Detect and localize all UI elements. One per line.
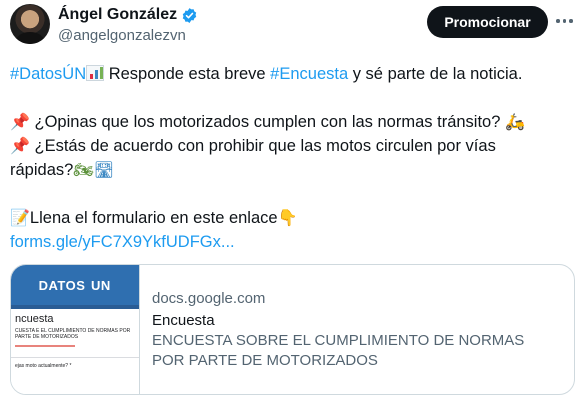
- hashtag-encuesta[interactable]: #Encuesta: [270, 65, 348, 83]
- tweet-line-5: 📝Llena el formulario en este enlace👇: [10, 206, 570, 230]
- more-options-icon[interactable]: [556, 10, 573, 32]
- un-logo-icon: UN: [91, 279, 111, 291]
- svg-text:UN: UN: [91, 279, 111, 291]
- thumbnail-separator: [11, 357, 139, 358]
- tweet-text-segment: rápidas?: [10, 161, 74, 179]
- memo-emoji: 📝: [10, 208, 30, 227]
- tweet-line-3: 📌 ¿Estás de acuerdo con prohibir que las…: [10, 134, 570, 158]
- tweet-line-4: rápidas?🏍🛣: [10, 158, 570, 182]
- thumbnail-banner: DATOS UN: [11, 265, 139, 305]
- tweet-line-1: #DatosÚN Responde esta breve #Encuesta y…: [10, 62, 570, 86]
- pushpin-emoji: 📌: [10, 136, 30, 155]
- card-thumbnail[interactable]: DATOS UN ncuesta CUESTA E EL CUMPLIMIENT…: [11, 265, 140, 394]
- card-description: ENCUESTA SOBRE EL CUMPLIMIENTO DE NORMAS…: [152, 332, 525, 369]
- motorway-emoji: 🛣: [93, 160, 114, 179]
- thumbnail-question: ejas moto actualmente? *: [15, 363, 72, 369]
- avatar[interactable]: [10, 4, 50, 44]
- tweet-text-segment: ¿Estás de acuerdo con prohibir que las m…: [29, 137, 496, 155]
- avatar-shirt: [16, 32, 44, 44]
- tweet-text-segment: y sé parte de la noticia.: [348, 65, 523, 83]
- tweet-text-segment: Llena el formulario en este enlace: [29, 209, 278, 227]
- promote-button[interactable]: Promocionar: [427, 6, 548, 38]
- verified-badge-icon: [182, 7, 197, 23]
- tweet-line-2: 📌 ¿Opinas que los motorizados cumplen co…: [10, 110, 570, 134]
- thumbnail-banner-label: DATOS: [38, 277, 86, 293]
- thumbnail-form-title: ncuesta: [15, 313, 54, 325]
- card-text[interactable]: docs.google.com Encuesta ENCUESTA SOBRE …: [140, 265, 552, 394]
- link-preview-card[interactable]: DATOS UN ncuesta CUESTA E EL CUMPLIMIENT…: [10, 264, 575, 395]
- tweet-line-6: forms.gle/yFC7X9YkfUDFGx...: [10, 230, 570, 254]
- author-name[interactable]: Ángel González: [58, 6, 177, 24]
- thumbnail-required-line: [15, 345, 75, 347]
- card-domain: docs.google.com: [152, 290, 266, 307]
- scooter-emoji: 🛵: [504, 112, 525, 131]
- tweet-text: #DatosÚN Responde esta breve #Encuesta y…: [10, 62, 570, 254]
- point-down-emoji: 👇: [277, 208, 298, 227]
- bar-chart-emoji: [86, 65, 105, 81]
- author-name-row[interactable]: Ángel González: [58, 6, 198, 24]
- tweet-text-segment: ¿Opinas que los motorizados cumplen con …: [29, 113, 505, 131]
- form-link[interactable]: forms.gle/yFC7X9YkfUDFGx...: [10, 233, 235, 251]
- thumbnail-divider: [11, 305, 139, 309]
- tweet-text-segment: Responde esta breve: [104, 65, 271, 83]
- card-title: Encuesta: [152, 312, 215, 329]
- hashtag-datosun[interactable]: #DatosÚN: [10, 65, 86, 83]
- thumbnail-form-subtitle: CUESTA E EL CUMPLIMIENTO DE NORMAS POR P…: [15, 328, 131, 340]
- author-handle[interactable]: @angelgonzalezvn: [58, 27, 186, 44]
- pushpin-emoji: 📌: [10, 112, 30, 131]
- motorcycle-emoji: 🏍: [73, 160, 94, 179]
